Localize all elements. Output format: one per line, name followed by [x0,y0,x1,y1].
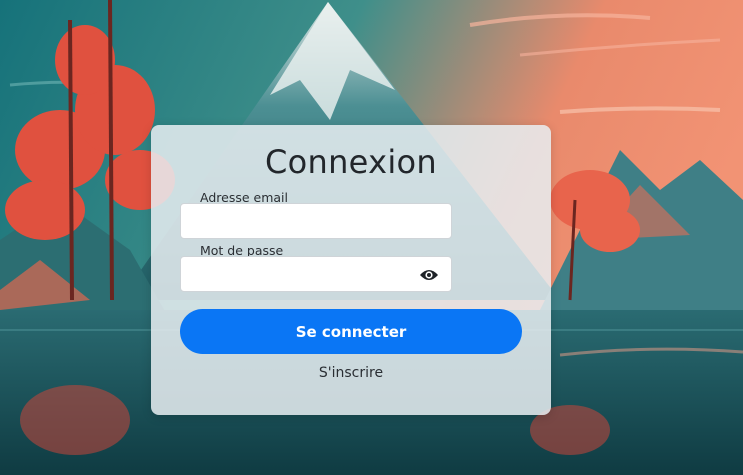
page-title: Connexion [265,143,437,181]
email-field[interactable] [180,203,452,239]
eye-icon[interactable] [419,267,439,281]
password-field[interactable] [180,256,452,292]
login-button[interactable]: Se connecter [180,309,522,354]
login-card: Connexion Adresse email Mot de passe Se … [151,125,551,415]
signup-link[interactable]: S'inscrire [151,365,551,381]
